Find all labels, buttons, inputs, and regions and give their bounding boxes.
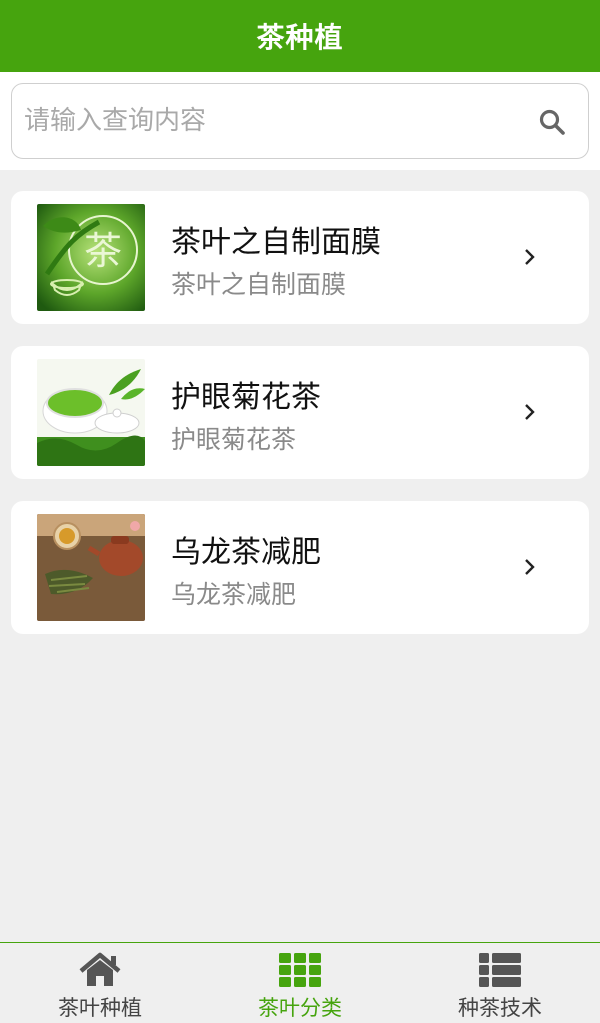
- tab-label: 茶叶分类: [258, 996, 342, 1020]
- home-icon: [79, 952, 121, 986]
- list-item[interactable]: 乌龙茶减肥 乌龙茶减肥: [11, 501, 589, 634]
- item-subtitle: 护眼菊花茶: [171, 425, 297, 454]
- search-box[interactable]: [11, 83, 589, 159]
- item-thumbnail: 茶: [37, 204, 145, 311]
- search-input[interactable]: [24, 98, 514, 144]
- item-subtitle: 茶叶之自制面膜: [171, 270, 347, 299]
- tab-tea-category[interactable]: 茶叶分类: [200, 943, 400, 1023]
- tab-label: 种茶技术: [458, 996, 542, 1020]
- chevron-right-icon: [525, 404, 535, 420]
- app-header: 茶种植: [0, 0, 600, 72]
- tab-tea-technique[interactable]: 种茶技术: [400, 943, 600, 1023]
- thumb-logo-text: 茶: [84, 229, 122, 273]
- chevron-right-icon: [525, 249, 535, 265]
- search-bar: [0, 72, 600, 170]
- item-title: 乌龙茶减肥: [171, 535, 321, 570]
- grid-icon: [279, 953, 321, 987]
- tab-tea-planting[interactable]: 茶叶种植: [0, 943, 200, 1023]
- search-icon[interactable]: [538, 108, 566, 136]
- list-item[interactable]: 茶 茶叶之自制面膜 茶叶之自制面膜: [11, 191, 589, 324]
- item-thumbnail: [37, 514, 145, 621]
- chevron-right-icon: [525, 559, 535, 575]
- item-thumbnail: [37, 359, 145, 466]
- item-subtitle: 乌龙茶减肥: [171, 580, 297, 609]
- item-title: 茶叶之自制面膜: [171, 225, 381, 260]
- list-icon: [479, 953, 521, 987]
- page-title: 茶种植: [256, 21, 344, 54]
- item-title: 护眼菊花茶: [171, 380, 321, 415]
- tab-label: 茶叶种植: [58, 996, 142, 1020]
- bottom-tab-bar: 茶叶种植 茶叶分类 种茶技术: [0, 942, 600, 1023]
- list-item[interactable]: 护眼菊花茶 护眼菊花茶: [11, 346, 589, 479]
